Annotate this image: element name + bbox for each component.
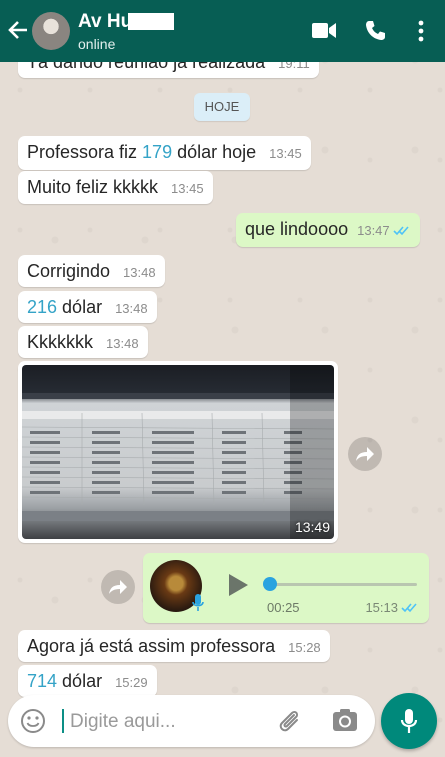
- microphone-icon: [400, 709, 418, 733]
- voice-message[interactable]: 00:25 15:13: [143, 553, 429, 623]
- message-time: 13:48: [115, 301, 148, 316]
- forward-icon: [356, 447, 374, 461]
- video-call-icon[interactable]: [312, 22, 336, 39]
- microphone-icon: [192, 594, 204, 611]
- voice-progress-knob[interactable]: [263, 577, 277, 591]
- back-arrow-icon[interactable]: [7, 18, 29, 42]
- redaction-box: [128, 13, 174, 30]
- message-text: Kkkkkkk: [27, 332, 94, 352]
- voice-progress-track[interactable]: [267, 583, 417, 586]
- play-icon[interactable]: [227, 573, 249, 597]
- text-cursor: [62, 709, 64, 733]
- image-message[interactable]: 13:49: [18, 361, 338, 543]
- message-time: 15:28: [288, 640, 321, 655]
- message-bubble[interactable]: Kkkkkkk 13:48: [18, 326, 148, 358]
- date-separator: HOJE: [194, 93, 250, 121]
- more-options-icon[interactable]: [418, 20, 424, 42]
- message-input-placeholder[interactable]: Digite aqui...: [70, 711, 176, 733]
- message-bubble[interactable]: Agora já está assim professora 15:28: [18, 630, 330, 662]
- read-ticks-icon: [393, 220, 411, 241]
- read-ticks-icon: [401, 601, 419, 616]
- forward-button[interactable]: [101, 570, 135, 604]
- message-bubble[interactable]: Corrigindo 13:48: [18, 255, 165, 287]
- message-bubble[interactable]: 216 dólar 13:48: [18, 291, 157, 323]
- voice-duration: 00:25: [267, 600, 300, 615]
- voice-record-button[interactable]: [381, 693, 437, 749]
- message-number[interactable]: 714: [27, 671, 57, 691]
- message-bubble-outgoing[interactable]: que lindoooo 13:47: [236, 213, 420, 247]
- message-text: Corrigindo: [27, 261, 111, 281]
- paperclip-icon[interactable]: [275, 707, 303, 735]
- message-text: Agora já está assim professora: [27, 636, 276, 656]
- forward-button[interactable]: [348, 437, 382, 471]
- message-text-suffix: dólar hoje: [172, 142, 257, 162]
- camera-icon[interactable]: [332, 708, 358, 732]
- message-bubble[interactable]: Muito feliz kkkkk 13:45: [18, 171, 213, 204]
- message-number[interactable]: 216: [27, 297, 57, 317]
- message-number[interactable]: 179: [142, 142, 172, 162]
- message-text: que lindoooo: [245, 219, 349, 239]
- message-time: 13:48: [123, 265, 156, 280]
- message-time: 13:48: [106, 336, 139, 351]
- message-input-bar[interactable]: Digite aqui...: [8, 695, 375, 747]
- contact-avatar[interactable]: [32, 12, 70, 50]
- message-text-suffix: dólar: [57, 297, 103, 317]
- message-time: 13:47: [357, 223, 390, 238]
- phone-call-icon[interactable]: [365, 20, 386, 41]
- message-text: Muito feliz kkkkk: [27, 177, 159, 197]
- message-bubble[interactable]: 714 dólar 15:29: [18, 665, 157, 697]
- message-text-prefix: Professora fiz: [27, 142, 143, 162]
- forward-icon: [109, 580, 127, 594]
- contact-status: online: [78, 36, 116, 52]
- message-bubble[interactable]: Professora fiz 179 dólar hoje 13:45: [18, 136, 311, 170]
- message-time: 13:45: [269, 146, 302, 161]
- chat-header: Av Hud online: [0, 0, 445, 62]
- message-text-suffix: dólar: [57, 671, 103, 691]
- image-time: 13:49: [294, 519, 330, 535]
- message-time: 15:29: [115, 675, 148, 690]
- emoji-icon[interactable]: [20, 708, 46, 734]
- message-time: 15:13: [365, 600, 419, 616]
- photo-trading-screen[interactable]: 13:49: [22, 365, 334, 539]
- message-time: 13:45: [171, 181, 204, 196]
